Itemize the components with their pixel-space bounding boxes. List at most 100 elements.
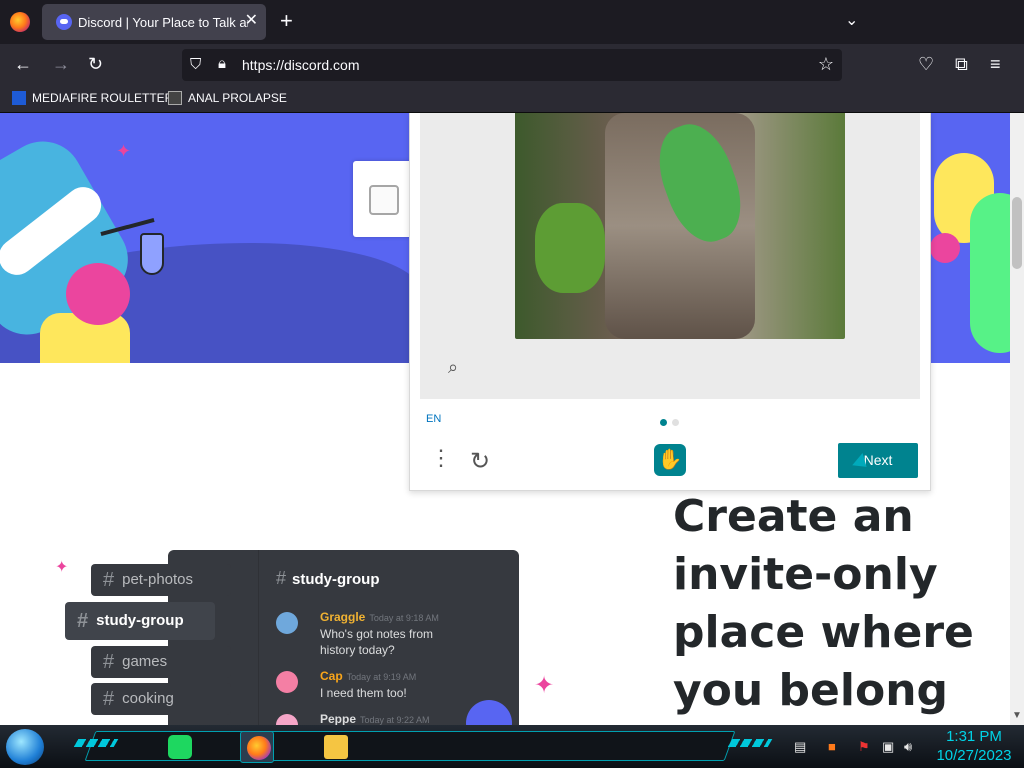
page-dot [672, 419, 679, 426]
channel-pill-study-group: # study-group [65, 602, 215, 640]
pocket-icon[interactable]: ♡ [918, 54, 934, 74]
channel-label: games [122, 653, 168, 670]
taskbar-decoration [727, 739, 773, 747]
sparkle-icon: ✦ [55, 559, 69, 576]
clock-time: 1:31 PM [946, 728, 1002, 745]
network-status-icon[interactable]: ▣ [882, 739, 894, 755]
language-selector[interactable]: EN [426, 413, 441, 425]
channel-pill-pet-photos: # pet-photos [91, 564, 231, 596]
message-author: Cap Today at 9:19 AM [320, 669, 416, 683]
pink-character-illustration [930, 233, 960, 263]
author-name: Cap [320, 669, 343, 683]
lamp-illustration [140, 233, 164, 275]
author-name: Peppe [320, 712, 357, 725]
scroll-down-icon[interactable]: ▼ [1012, 710, 1022, 721]
folder-icon [324, 735, 348, 759]
volume-icon[interactable]: 🔊︎ [904, 739, 912, 755]
avatar [276, 612, 298, 634]
author-name: Graggle [320, 610, 366, 624]
message-text: I need them too! [320, 686, 407, 700]
channel-pill-cooking: # cooking [91, 683, 231, 715]
channel-label: cooking [122, 690, 174, 707]
decorative-orb [466, 700, 512, 725]
channel-pill-games: # games [91, 646, 231, 678]
new-tab-button[interactable]: + [280, 10, 293, 32]
tab-close-icon[interactable]: ✕ [245, 12, 258, 30]
chat-channel-title: # study-group [276, 568, 380, 589]
firefox-icon[interactable] [10, 12, 30, 32]
forward-icon[interactable]: → [52, 54, 70, 74]
message-time: Today at 9:19 AM [346, 672, 417, 682]
hashtag-icon: # [77, 610, 89, 632]
hashtag-icon: # [103, 651, 115, 673]
more-options-icon[interactable]: ⋮ [430, 445, 452, 471]
channel-label: study-group [96, 612, 184, 629]
bookmark-label: ANAL PROLAPSE [188, 91, 287, 105]
menu-icon[interactable]: ≡ [990, 54, 1001, 74]
avatar [276, 671, 298, 693]
message-author: Graggle Today at 9:18 AM [320, 610, 439, 624]
leaf-shape [535, 203, 605, 293]
system-clock[interactable]: 1:31 PM 10/27/2023 [928, 727, 1020, 765]
url-text[interactable]: https://discord.com [242, 57, 360, 73]
spotify-icon [168, 735, 192, 759]
reload-icon[interactable]: ↻ [88, 54, 103, 74]
refresh-icon[interactable]: ↻ [470, 447, 490, 476]
bookmark-terminal[interactable]: ANAL PROLAPSE [168, 91, 287, 105]
taskbar-app-spotify[interactable] [162, 731, 196, 763]
hashtag-icon: # [103, 688, 115, 710]
tab-strip: Discord | Your Place to Talk and ✕ + ⌄ [0, 0, 1024, 44]
bookmark-star-icon[interactable]: ☆ [818, 54, 834, 75]
web-page: ✦ ⌕ EN ⋮ ↻ ✋ Next Create an invite-only … [0, 113, 1024, 725]
tab-title: Discord | Your Place to Talk and [78, 15, 248, 30]
captcha-checkbox[interactable] [369, 185, 399, 215]
bookmark-label: MEDIAFIRE ROULETTER [32, 91, 174, 105]
tab-discord[interactable]: Discord | Your Place to Talk and ✕ [42, 4, 266, 40]
message-time: Today at 9:18 AM [369, 613, 439, 623]
back-icon[interactable]: ← [14, 54, 32, 74]
captcha-challenge: ⌕ EN ⋮ ↻ ✋ Next [409, 113, 931, 491]
scrollbar-thumb[interactable] [1012, 197, 1022, 269]
character-head-illustration [66, 263, 130, 325]
discord-favicon-icon [56, 14, 72, 30]
next-button[interactable]: Next [838, 443, 918, 478]
bookmark-mediafire[interactable]: MEDIAFIRE ROULETTER [12, 91, 173, 105]
page-dot-active [660, 419, 667, 426]
taskbar-decoration [73, 739, 119, 747]
flag-tray-icon[interactable]: ⚑ [858, 739, 870, 755]
nav-toolbar: ← → ↻ ⛉ 🔒︎ https://discord.com ☆ ♡ ⧉ ≡ [0, 44, 1024, 86]
tracking-shield-icon[interactable]: ⛉ [190, 56, 201, 73]
message-text: Who's got notes from history today? [320, 627, 434, 657]
taskbar-app-firefox[interactable] [240, 731, 274, 763]
list-all-tabs-icon[interactable]: ⌄ [845, 10, 858, 30]
lock-icon[interactable]: 🔒︎ [218, 55, 226, 72]
app-tray-icon[interactable]: ■ [828, 739, 836, 754]
page-headline: Create an invite-only place where you be… [673, 491, 974, 716]
bookmarks-bar: MEDIAFIRE ROULETTER ANAL PROLAPSE [0, 86, 1024, 113]
hcaptcha-logo-icon[interactable]: ✋ [654, 444, 686, 476]
sparkle-icon: ✦ [116, 141, 132, 161]
hashtag-icon: # [276, 568, 287, 588]
divider [258, 550, 259, 725]
search-icon[interactable]: ⌕ [448, 357, 458, 378]
url-bar[interactable]: ⛉ 🔒︎ https://discord.com ☆ [182, 49, 842, 81]
taskbar-app-explorer[interactable] [318, 731, 352, 763]
mediafire-icon [12, 91, 26, 105]
captcha-image-area: ⌕ [420, 113, 920, 399]
page-scrollbar[interactable]: ▼ [1010, 113, 1024, 725]
network-tray-icon[interactable]: ▤ [794, 739, 806, 755]
message-author: Peppe Today at 9:22 AM [320, 712, 430, 725]
firefox-icon [247, 736, 271, 760]
captcha-checkbox-card [353, 161, 413, 237]
sparkle-icon: ✦ [534, 672, 555, 699]
taskbar: ▤ ■ ⚑ ▣ 🔊︎ 1:31 PM 10/27/2023 [0, 725, 1024, 768]
message-time: Today at 9:22 AM [360, 715, 430, 725]
terminal-icon [168, 91, 182, 105]
avatar [276, 714, 298, 725]
hashtag-icon: # [103, 569, 115, 591]
extensions-icon[interactable]: ⧉ [955, 54, 968, 74]
channel-label: pet-photos [122, 571, 194, 588]
page-indicator [660, 413, 684, 431]
captcha-image[interactable] [515, 113, 845, 339]
start-button-icon[interactable] [6, 729, 44, 765]
